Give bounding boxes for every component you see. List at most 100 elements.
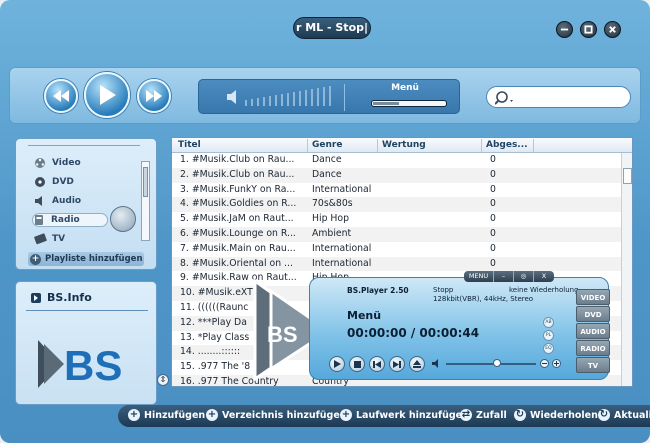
sidebar-item-radio[interactable]: Radio: [32, 213, 108, 227]
bs-logo-icon: BS: [38, 340, 122, 388]
column-header-title[interactable]: Titel: [174, 139, 308, 152]
sidebar-item-label: DVD: [52, 177, 74, 187]
mode-dvd-button[interactable]: DVD: [576, 306, 610, 322]
bottombar-zufall[interactable]: ⇄ Zufall: [460, 409, 507, 421]
mini-volume-slider[interactable]: [446, 363, 536, 365]
mode-radio-button[interactable]: RADIO: [576, 340, 610, 356]
media-category-panel: Video DVD Audio Radio TV + Playliste hinzufü…: [15, 138, 157, 270]
mini-minus-icon[interactable]: [540, 359, 549, 368]
sidebar-item-tv[interactable]: TV: [34, 232, 65, 246]
table-scrollbar[interactable]: [621, 153, 632, 386]
bottombar-hinzufügen[interactable]: + Hinzufügen: [128, 409, 205, 421]
info-bullet-icon: [31, 292, 41, 303]
sidebar-item-label: Audio: [52, 196, 82, 206]
action-icon: ↻: [514, 409, 526, 421]
table-row[interactable]: 5. #Musik.JaM on Raut... Hip Hop 0: [172, 212, 622, 228]
mini-previous-button[interactable]: [369, 356, 385, 372]
mode-audio-button[interactable]: AUDIO: [576, 323, 610, 339]
table-row[interactable]: 2. #Musik.Club on Rau... Dance 0: [172, 167, 622, 183]
mode-video-button[interactable]: VIDEO: [576, 289, 610, 305]
mini-minimize-tab[interactable]: –: [494, 271, 514, 282]
cell-genre: Dance: [312, 154, 342, 165]
cell-title: 5. #Musik.JaM on Raut...: [180, 213, 294, 225]
table-row[interactable]: 6. #Musik.Lounge on R... Ambient 0: [172, 227, 622, 242]
scrollbar-thumb[interactable]: [623, 168, 632, 184]
volume-slider[interactable]: [245, 86, 335, 108]
bottombar-laufwerk-hinzufügen[interactable]: + Laufwerk hinzufügen: [340, 409, 469, 421]
bottombar-verzeichnis-hinzufügen[interactable]: + Verzeichnis hinzufügen: [206, 409, 347, 421]
column-header-genre[interactable]: Genre: [308, 139, 378, 152]
mini-restore-tab[interactable]: ◎: [514, 271, 534, 282]
minimize-icon: [560, 28, 569, 31]
table-row[interactable]: 1. #Musik.Club on Rau... Dance 0: [172, 153, 622, 168]
cell-title: 1. #Musik.Club on Rau...: [180, 154, 295, 165]
mini-window-tabs: MENU – ◎ X: [464, 271, 554, 282]
cell-title: 4. #Musik.Goldies on R...: [180, 198, 297, 210]
stop-icon: [353, 360, 361, 368]
minimize-button[interactable]: [556, 21, 573, 38]
mini-plus-icon[interactable]: [552, 359, 561, 368]
cell-genre: Hip Hop: [312, 213, 350, 225]
mini-next-button[interactable]: [389, 356, 405, 372]
media-library-window: r ML - Stop| Menü Video DVD Audio Radio …: [0, 0, 650, 443]
table-row[interactable]: 3. #Musik.FunkY on Ra... International 0: [172, 182, 622, 198]
menu-label[interactable]: Menü: [359, 83, 451, 93]
mini-menu-label[interactable]: Menü: [347, 309, 381, 322]
bottombar-aktualis[interactable]: ↻ Aktualis: [598, 409, 650, 421]
cell-genre: 70s&80s: [312, 198, 353, 210]
film-reel-icon: [34, 157, 47, 169]
cell-genre: Dance: [312, 168, 342, 180]
scrollbar-thumb[interactable]: [143, 167, 148, 197]
info-title: BS.Info: [30, 291, 92, 304]
play-button[interactable]: [84, 72, 130, 118]
mini-repeat-mode: keine Wiederholung: [509, 286, 579, 294]
mini-play-button[interactable]: [329, 356, 345, 372]
cell-title: 7. #Musik.Main on Rau...: [180, 242, 296, 254]
search-input[interactable]: [486, 86, 631, 108]
cell-played: 0: [490, 168, 496, 180]
bottombar-label: Laufwerk hinzufügen: [356, 409, 469, 421]
plus-icon: +: [30, 253, 41, 265]
action-icon: +: [128, 409, 140, 421]
table-row[interactable]: 4. #Musik.Goldies on R... 70s&80s 0: [172, 197, 622, 213]
ab-repeat-button[interactable]: AB: [543, 317, 554, 328]
column-header-rating[interactable]: Wertung: [378, 139, 482, 152]
cell-played: 0: [490, 183, 496, 195]
bottombar-label: Verzeichnis hinzufügen: [222, 409, 347, 421]
info-panel: BS.Info BS: [15, 281, 157, 405]
maximize-button[interactable]: [580, 21, 597, 38]
mode-tv-button[interactable]: TV: [576, 357, 610, 373]
previous-button[interactable]: [44, 79, 78, 113]
sidebar-scrollbar[interactable]: [141, 161, 150, 241]
mini-eject-button[interactable]: [409, 356, 425, 372]
next-button[interactable]: [137, 79, 171, 113]
mini-stop-button[interactable]: [349, 356, 365, 372]
close-button[interactable]: [604, 21, 621, 38]
column-header-played[interactable]: Abges...: [482, 139, 534, 152]
skip-forward-icon: [393, 360, 401, 368]
mini-menu-tab[interactable]: MENU: [464, 271, 494, 282]
table-row[interactable]: 7. #Musik.Main on Rau... International 0: [172, 241, 622, 257]
rewind-icon: [53, 90, 69, 102]
info-title-text: BS.Info: [47, 291, 92, 304]
maximize-icon: [584, 25, 593, 34]
fast-forward-icon: [146, 90, 162, 102]
mini-volume-icon: [432, 359, 438, 368]
collapse-panel-button[interactable]: ⇕: [157, 374, 169, 386]
bottombar-label: Aktualis: [614, 409, 650, 421]
add-playlist-button[interactable]: + Playliste hinzufügen: [28, 252, 144, 266]
progress-bar[interactable]: [371, 100, 447, 107]
cell-genre: Ambient: [312, 228, 352, 239]
sidebar-item-audio[interactable]: Audio: [34, 194, 81, 208]
playlist-toggle-button[interactable]: PL: [543, 330, 554, 341]
sidebar-item-dvd[interactable]: DVD: [34, 175, 74, 189]
cell-title: 3. #Musik.FunkY on Ra...: [180, 183, 296, 195]
sidebar-item-video[interactable]: Video: [34, 156, 81, 170]
mini-volume-knob[interactable]: [493, 359, 501, 367]
mini-audio-format: 128kbit(VBR), 44kHz, Stereo: [433, 295, 534, 303]
volume-icon: [227, 90, 236, 104]
mini-close-tab[interactable]: X: [534, 271, 554, 282]
equalizer-button[interactable]: EQ: [543, 343, 554, 354]
bottombar-wiederholen[interactable]: ↻ Wiederholen: [514, 409, 598, 421]
speaker-icon: [34, 195, 47, 207]
